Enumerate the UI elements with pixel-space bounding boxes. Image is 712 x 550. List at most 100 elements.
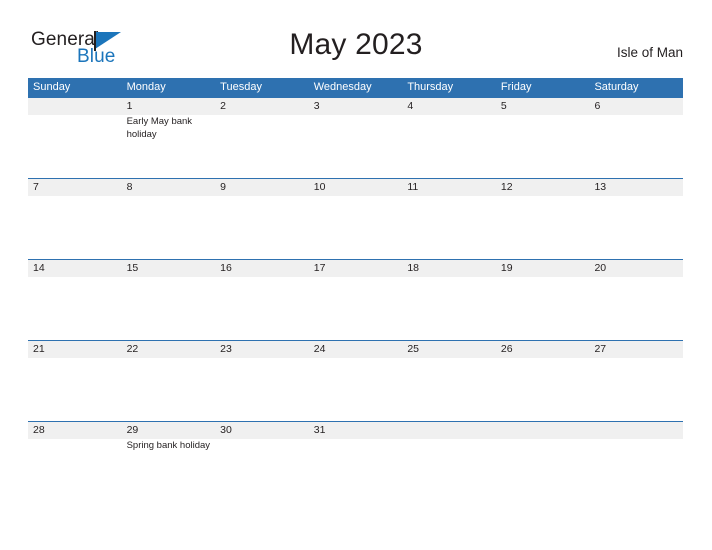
day-cell-17[interactable]: 17 <box>308 260 403 340</box>
day-number-band <box>121 179 216 196</box>
calendar-week-row: 14 15 16 17 18 19 20 <box>28 259 684 340</box>
day-cell-30[interactable]: 30 <box>215 422 309 502</box>
day-cell-22[interactable]: 22 <box>121 341 216 421</box>
day-number: 10 <box>313 181 326 193</box>
day-number: 13 <box>594 181 607 193</box>
day-cell-15[interactable]: 15 <box>121 260 216 340</box>
day-number-band <box>28 98 122 115</box>
day-cell-28[interactable]: 28 <box>28 422 122 502</box>
day-cell-20[interactable]: 20 <box>589 260 684 340</box>
day-cell-29[interactable]: 29 Spring bank holiday <box>121 422 216 502</box>
day-number: 23 <box>220 343 232 355</box>
calendar-week-row: 7 8 9 10 11 12 13 <box>28 178 684 259</box>
day-number-band <box>402 98 496 115</box>
day-cell-26[interactable]: 26 <box>495 341 590 421</box>
calendar-week-row: 21 22 23 24 25 26 27 <box>28 340 684 421</box>
day-cell-7[interactable]: 7 <box>28 179 122 259</box>
event-label: Spring bank holiday <box>126 440 211 451</box>
day-number: 29 <box>126 424 139 436</box>
day-cell-11[interactable]: 11 <box>402 179 496 259</box>
calendar-grid: Sunday Monday Tuesday Wednesday Thursday Frid… <box>28 78 684 502</box>
day-number-band <box>589 98 684 115</box>
day-number: 18 <box>407 262 419 274</box>
page-title: May 2023 <box>289 28 423 61</box>
day-cell-2[interactable]: 2 <box>215 98 309 178</box>
day-number: 3 <box>313 100 320 112</box>
weekday-header-row: Sunday Monday Tuesday Wednesday Thursday Frid… <box>28 78 683 97</box>
day-cell-25[interactable]: 25 <box>402 341 496 421</box>
day-number-band <box>215 98 309 115</box>
day-number: 26 <box>500 343 513 355</box>
day-number: 9 <box>220 181 226 193</box>
day-cell-31[interactable]: 31 <box>308 422 403 502</box>
week-cells: 1 Early May bank holiday 2 3 4 5 6 <box>28 98 684 178</box>
day-number: 4 <box>407 100 414 112</box>
day-cell-23[interactable]: 23 <box>215 341 309 421</box>
day-number: 27 <box>594 343 607 355</box>
day-cell-19[interactable]: 19 <box>495 260 590 340</box>
day-cell-16[interactable]: 16 <box>215 260 309 340</box>
day-number: 16 <box>220 262 232 274</box>
day-number-band <box>121 98 216 115</box>
week-cells: 28 29 Spring bank holiday 30 31 <box>28 422 684 502</box>
calendar-week-row: 1 Early May bank holiday 2 3 4 5 6 <box>28 97 684 178</box>
day-number-band <box>402 422 496 439</box>
weekday-header-friday: Friday <box>500 81 532 93</box>
weekday-header-tuesday: Tuesday <box>220 81 262 93</box>
day-cell-12[interactable]: 12 <box>495 179 590 259</box>
week-cells: 7 8 9 10 11 12 13 <box>28 179 684 259</box>
day-cell-10[interactable]: 10 <box>308 179 403 259</box>
day-events: Spring bank holiday <box>127 440 212 453</box>
event-label: Early May bank holiday <box>126 116 193 140</box>
day-number: 15 <box>126 262 139 274</box>
day-number: 5 <box>500 100 507 112</box>
day-number: 8 <box>126 181 133 193</box>
day-number: 6 <box>594 100 601 112</box>
week-cells: 14 15 16 17 18 19 20 <box>28 260 684 340</box>
day-number: 28 <box>33 424 45 436</box>
weekday-header-wednesday: Wednesday <box>313 81 372 93</box>
day-number: 11 <box>407 181 419 193</box>
weekday-header-thursday: Thursday <box>407 81 454 93</box>
day-number: 25 <box>407 343 419 355</box>
day-events: Early May bank holiday <box>127 116 212 141</box>
day-cell-21[interactable]: 21 <box>28 341 122 421</box>
day-number: 24 <box>313 343 326 355</box>
week-cells: 21 22 23 24 25 26 27 <box>28 341 684 421</box>
day-cell-5[interactable]: 5 <box>495 98 590 178</box>
day-number: 20 <box>594 262 607 274</box>
day-number-band <box>495 98 590 115</box>
day-number: 22 <box>126 343 139 355</box>
day-cell-1[interactable]: 1 Early May bank holiday <box>121 98 216 178</box>
day-cell-24[interactable]: 24 <box>308 341 403 421</box>
day-cell-4[interactable]: 4 <box>402 98 496 178</box>
day-cell-3[interactable]: 3 <box>308 98 403 178</box>
day-cell-9[interactable]: 9 <box>215 179 309 259</box>
calendar-page: General Blue May 2023 Isle of Man Sunday… <box>0 0 712 550</box>
day-number-band <box>215 179 309 196</box>
day-cell-8[interactable]: 8 <box>121 179 216 259</box>
weekday-header-sunday: Sunday <box>33 81 71 93</box>
day-cell-empty <box>589 422 684 502</box>
day-number: 17 <box>313 262 326 274</box>
day-number-band <box>495 422 590 439</box>
day-number: 19 <box>500 262 513 274</box>
day-cell-6[interactable]: 6 <box>589 98 684 178</box>
day-number: 12 <box>500 181 513 193</box>
page-header: General Blue May 2023 Isle of Man <box>0 0 712 78</box>
day-number: 7 <box>33 181 39 193</box>
day-cell-empty <box>402 422 496 502</box>
day-cell-18[interactable]: 18 <box>402 260 496 340</box>
day-number: 30 <box>220 424 232 436</box>
day-number: 1 <box>126 100 133 112</box>
day-number: 2 <box>220 100 226 112</box>
weekday-header-saturday: Saturday <box>594 81 639 93</box>
day-number: 14 <box>33 262 45 274</box>
day-number-band <box>28 179 122 196</box>
day-number: 31 <box>313 424 326 436</box>
day-cell-14[interactable]: 14 <box>28 260 122 340</box>
day-cell-13[interactable]: 13 <box>589 179 684 259</box>
day-cell-empty <box>28 98 122 178</box>
calendar-weeks: 1 Early May bank holiday 2 3 4 5 6 7 8 9 10 11 12 13 1… <box>28 97 684 502</box>
day-cell-27[interactable]: 27 <box>589 341 684 421</box>
